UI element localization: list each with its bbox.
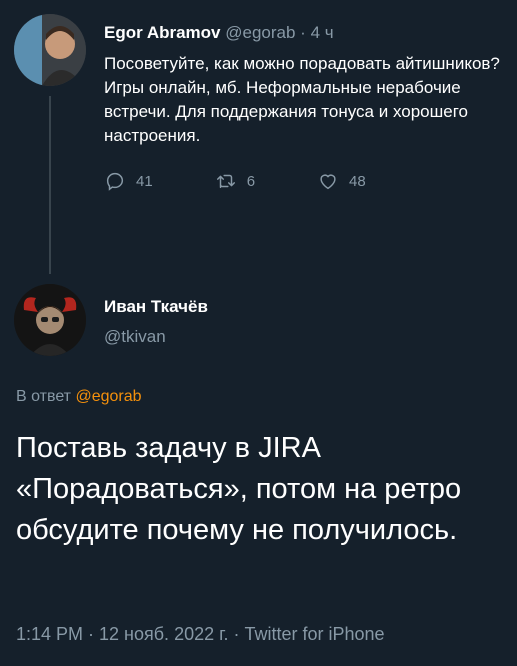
reply-count: 41 [136, 172, 153, 190]
avatar[interactable] [14, 14, 86, 86]
reply-mention-link[interactable]: @egorab [75, 388, 141, 405]
reply-author[interactable]: Иван Ткачёв @tkivan [104, 296, 208, 348]
avatar-image [14, 284, 86, 356]
reply-icon [106, 172, 124, 191]
reply-button[interactable]: 41 [104, 170, 153, 192]
author-handle[interactable]: @tkivan [104, 326, 208, 348]
author-handle[interactable]: @egorab [225, 23, 295, 42]
avatar[interactable] [14, 284, 86, 356]
thread-connector-line [49, 96, 51, 274]
tweet-text: Посоветуйте, как можно порадовать айтишн… [104, 54, 500, 145]
retweet-icon [216, 174, 235, 189]
tweet-header: Egor Abramov @egorab · 4 ч [104, 22, 504, 44]
separator: · [295, 23, 311, 42]
tweet-time[interactable]: 4 ч [311, 23, 334, 42]
tweet-text: Поставь задачу в JIRA «Порадоваться», по… [16, 432, 462, 546]
like-count: 48 [349, 172, 366, 190]
avatar-image [14, 14, 86, 86]
retweet-button[interactable]: 6 [215, 170, 255, 192]
heart-icon [320, 174, 336, 190]
reply-prefix: В ответ [16, 388, 72, 405]
author-name[interactable]: Egor Abramov [104, 23, 221, 42]
like-button[interactable]: 48 [317, 170, 366, 192]
tweet-actions: 41 6 48 [104, 170, 504, 192]
author-name[interactable]: Иван Ткачёв [104, 296, 208, 318]
tweet-footer[interactable]: 1:14 PM · 12 нояб. 2022 г. · Twitter for… [16, 624, 385, 645]
tweet-original[interactable]: Egor Abramov @egorab · 4 ч Посоветуйте, … [104, 22, 504, 192]
reply-context: В ответ @egorab [16, 388, 142, 406]
retweet-count: 6 [246, 172, 256, 190]
